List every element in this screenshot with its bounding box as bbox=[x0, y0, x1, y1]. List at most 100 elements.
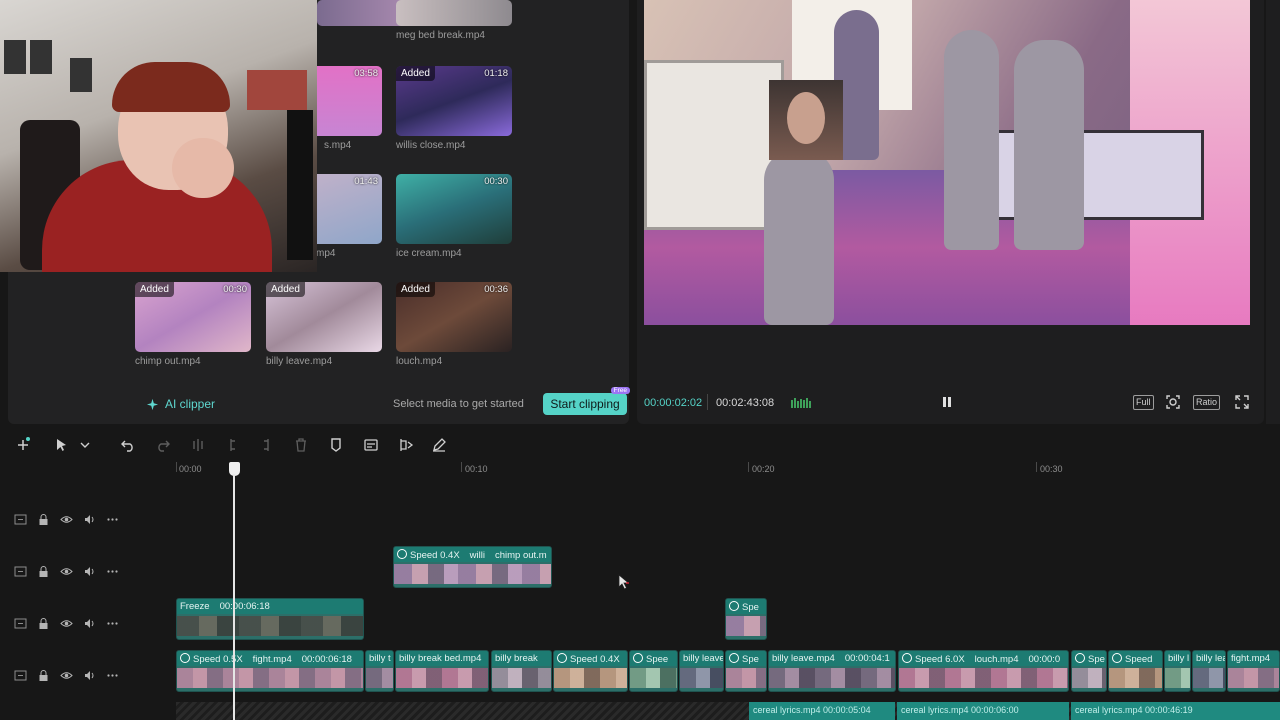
playhead[interactable] bbox=[229, 462, 240, 720]
timeline-clip[interactable]: billy break bed.mp4 bbox=[395, 650, 489, 692]
timeline-clip[interactable]: billy break bbox=[491, 650, 552, 692]
ruler-label: 00:10 bbox=[465, 464, 488, 474]
speed-icon bbox=[633, 653, 643, 663]
tv bbox=[287, 110, 313, 260]
media-tile[interactable]: Added 00:36 louch.mp4 bbox=[396, 282, 512, 367]
timeline-clip[interactable]: Spe bbox=[725, 650, 767, 692]
eye-icon[interactable] bbox=[60, 669, 73, 682]
ratio-button[interactable]: Ratio bbox=[1193, 395, 1221, 410]
volume-icon[interactable] bbox=[83, 669, 96, 682]
add-track-icon[interactable] bbox=[15, 437, 31, 453]
bed bbox=[974, 130, 1204, 220]
clip-header: Spee bbox=[630, 651, 677, 666]
audio-clip[interactable]: cereal lyrics.mp4 00:00:06:00 bbox=[897, 702, 1069, 720]
timeline-ruler[interactable]: 00:00 00:10 00:20 00:30 bbox=[176, 460, 1280, 480]
person bbox=[944, 30, 999, 250]
select-tool-icon[interactable] bbox=[54, 437, 70, 453]
eye-icon[interactable] bbox=[60, 565, 73, 578]
lock-icon[interactable] bbox=[37, 513, 50, 526]
timeline-clip[interactable]: Speed bbox=[1108, 650, 1163, 692]
ai-clipper-label: AI clipper bbox=[165, 397, 216, 411]
focus-icon[interactable] bbox=[1165, 394, 1181, 410]
media-thumbnail: 00:30 bbox=[396, 174, 512, 244]
speed-icon bbox=[729, 601, 739, 611]
ai-clipper-button[interactable]: AI clipper bbox=[146, 397, 215, 411]
timeline-clip[interactable]: Spee bbox=[629, 650, 678, 692]
more-icon[interactable] bbox=[106, 669, 119, 682]
timeline-clip[interactable]: Spe bbox=[725, 598, 767, 640]
media-thumbnail bbox=[396, 0, 512, 26]
pause-icon[interactable] bbox=[940, 395, 954, 409]
audio-clip[interactable]: cereal lyrics.mp4 00:00:05:04 bbox=[749, 702, 895, 720]
video-preview[interactable] bbox=[644, 0, 1250, 325]
cover-icon[interactable] bbox=[14, 565, 27, 578]
timeline-clip[interactable]: billy l bbox=[1164, 650, 1191, 692]
media-tile[interactable]: meg bed break.mp4 bbox=[396, 0, 512, 41]
poster bbox=[30, 40, 52, 74]
caption-icon[interactable] bbox=[363, 437, 379, 453]
timeline-clip[interactable]: Speed 0.4X willi chimp out.m bbox=[393, 546, 552, 588]
fullscreen-icon[interactable] bbox=[1234, 394, 1250, 410]
media-tile[interactable]: Added 01:18 willis close.mp4 bbox=[396, 66, 512, 151]
volume-icon[interactable] bbox=[83, 617, 96, 630]
clip-frames bbox=[1228, 668, 1279, 688]
delete-icon[interactable] bbox=[293, 437, 309, 453]
timeline-clip[interactable]: Speed 0.4X bbox=[553, 650, 628, 692]
redo-icon[interactable] bbox=[155, 437, 171, 453]
media-tile[interactable]: 00:30 ice cream.mp4 bbox=[396, 174, 512, 259]
waveform-icon[interactable] bbox=[790, 397, 812, 409]
shelf bbox=[247, 70, 307, 110]
clip-label: Spe bbox=[742, 654, 759, 665]
audio-clip[interactable]: cereal lyrics.mp4 00:00:46:19 bbox=[1071, 702, 1280, 720]
freeze-frame-icon[interactable] bbox=[398, 437, 414, 453]
cover-icon[interactable] bbox=[14, 513, 27, 526]
lock-icon[interactable] bbox=[37, 669, 50, 682]
lock-icon[interactable] bbox=[37, 565, 50, 578]
timeline-clip[interactable]: billy lea bbox=[1192, 650, 1226, 692]
cover-icon[interactable] bbox=[14, 617, 27, 630]
clip-frames bbox=[492, 668, 551, 688]
timeline-clip[interactable]: billy leave.mp4 00:00:04:1 bbox=[768, 650, 896, 692]
edit-icon[interactable] bbox=[431, 437, 447, 453]
audio-clip-name: cereal lyrics.mp4 bbox=[901, 705, 969, 715]
right-side-panel bbox=[1266, 0, 1280, 424]
timeline-clip[interactable]: billy leave bbox=[679, 650, 724, 692]
more-icon[interactable] bbox=[106, 513, 119, 526]
timeline-clip[interactable]: Speed 6.0X louch.mp4 00:00:0 bbox=[898, 650, 1069, 692]
start-clipping-button[interactable]: Start clipping Free bbox=[543, 387, 630, 415]
eye-icon[interactable] bbox=[60, 513, 73, 526]
split-right-icon[interactable] bbox=[258, 437, 274, 453]
timeline-clip[interactable]: billy t bbox=[365, 650, 394, 692]
media-thumbnail: Added 01:18 bbox=[396, 66, 512, 136]
eye-icon[interactable] bbox=[60, 617, 73, 630]
added-badge: Added bbox=[396, 66, 435, 81]
timeline-clip[interactable]: Speed 0.5X fight.mp4 00:00:06:18 bbox=[176, 650, 364, 692]
volume-icon[interactable] bbox=[83, 513, 96, 526]
track-header bbox=[0, 666, 126, 686]
poster bbox=[4, 40, 26, 74]
media-tile[interactable]: Added billy leave.mp4 bbox=[266, 282, 382, 367]
volume-icon[interactable] bbox=[83, 565, 96, 578]
timeline-clip[interactable]: fight.mp4 bbox=[1227, 650, 1280, 692]
player-controls: 00:00:02:02 00:02:43:08 Full Ratio bbox=[637, 392, 1264, 414]
marker-icon[interactable] bbox=[328, 437, 344, 453]
more-icon[interactable] bbox=[106, 565, 119, 578]
cover-icon[interactable] bbox=[14, 669, 27, 682]
media-duration: 03:58 bbox=[354, 68, 378, 79]
more-icon[interactable] bbox=[106, 617, 119, 630]
clip-frames bbox=[366, 668, 393, 688]
clip-label: 00:00:06:18 bbox=[219, 601, 270, 612]
clip-header: billy t bbox=[366, 651, 393, 666]
split-left-icon[interactable] bbox=[225, 437, 241, 453]
media-tile[interactable]: Added 00:30 chimp out.mp4 bbox=[135, 282, 251, 367]
full-button[interactable]: Full bbox=[1133, 395, 1154, 410]
free-tag: Free bbox=[610, 387, 630, 394]
media-footer: AI clipper Select media to get started S… bbox=[133, 387, 630, 420]
timeline-clip[interactable]: Spe bbox=[1071, 650, 1107, 692]
split-icon[interactable] bbox=[190, 437, 206, 453]
tick bbox=[461, 462, 462, 472]
chevron-down-icon[interactable] bbox=[77, 437, 93, 453]
undo-icon[interactable] bbox=[120, 437, 136, 453]
timeline-clip[interactable]: Freeze 00:00:06:18 bbox=[176, 598, 364, 640]
lock-icon[interactable] bbox=[37, 617, 50, 630]
